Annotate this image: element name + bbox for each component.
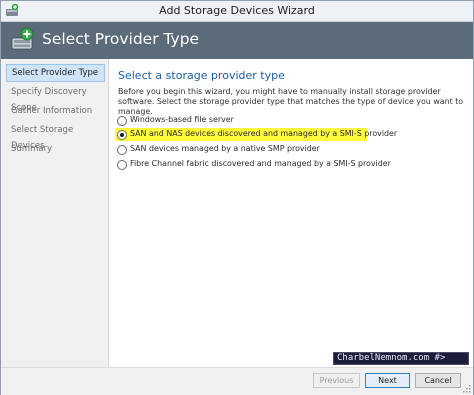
nav-step-label: Gather Information [11, 106, 93, 116]
radio-button[interactable] [117, 116, 127, 126]
option-san-nas-smis[interactable]: SAN and NAS devices discovered and manag… [115, 128, 397, 141]
page-title: Select Provider Type [42, 30, 200, 48]
option-label: SAN devices managed by a native SMP prov… [130, 144, 320, 153]
cancel-button[interactable]: Cancel [415, 373, 461, 388]
option-label: Windows-based file server [130, 115, 234, 124]
radio-button[interactable] [117, 145, 127, 155]
radio-button-selected[interactable] [117, 130, 127, 140]
wizard-banner: Select Provider Type [1, 22, 473, 59]
radio-button[interactable] [117, 160, 127, 170]
nav-step-select-storage-devices[interactable]: Select Storage Devices [6, 122, 105, 151]
title-bar: Add Storage Devices Wizard [1, 1, 473, 22]
option-label: Fibre Channel fabric discovered and mana… [130, 159, 391, 168]
resize-grip-icon[interactable] [463, 385, 471, 393]
wizard-content: Select a storage provider type Before yo… [109, 59, 473, 367]
nav-step-label: Summary [11, 144, 53, 154]
option-san-native-smp[interactable]: SAN devices managed by a native SMP prov… [115, 143, 335, 156]
previous-button[interactable]: Previous [313, 373, 360, 388]
wizard-window: Add Storage Devices Wizard Select Provid… [0, 0, 474, 395]
section-heading: Select a storage provider type [118, 69, 285, 82]
nav-step-gather-information[interactable]: Gather Information [6, 103, 105, 121]
next-button[interactable]: Next [365, 373, 410, 388]
option-fibre-channel-smis[interactable]: Fibre Channel fabric discovered and mana… [115, 158, 391, 171]
window-title: Add Storage Devices Wizard [159, 4, 315, 17]
nav-step-label: Select Provider Type [12, 68, 99, 78]
watermark-text: CharbelNemnom.com #> [333, 352, 469, 365]
radio-dot-icon [120, 133, 124, 137]
add-storage-icon [11, 27, 34, 50]
wizard-steps-nav: Select Provider Type Specify Discovery S… [1, 59, 109, 367]
option-windows-file-server[interactable]: Windows-based file server [115, 114, 315, 127]
option-label: SAN and NAS devices discovered and manag… [130, 129, 398, 138]
nav-step-summary[interactable]: Summary [6, 141, 105, 159]
nav-step-specify-discovery-scope[interactable]: Specify Discovery Scope [6, 84, 105, 113]
wizard-footer: Previous Next Cancel [1, 367, 473, 395]
nav-step-select-provider-type[interactable]: Select Provider Type [6, 64, 105, 82]
